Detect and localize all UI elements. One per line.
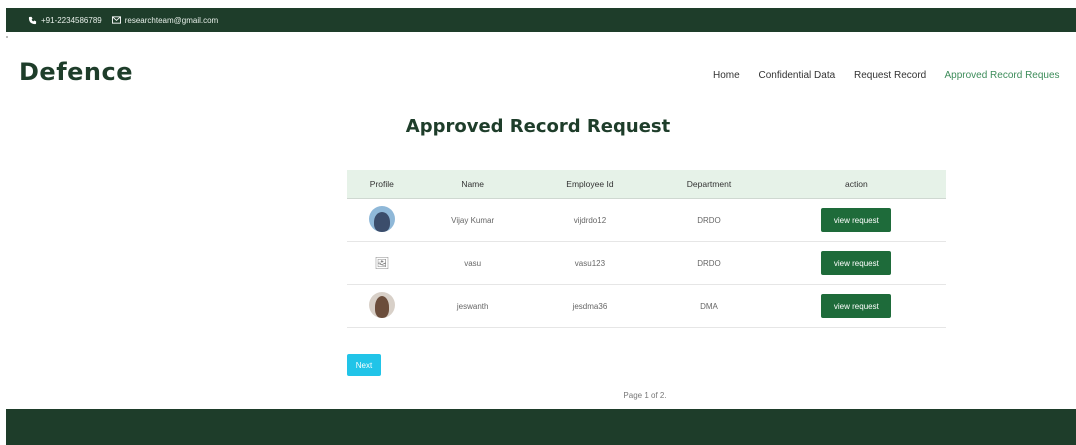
email-contact: researchteam@gmail.com [111,15,219,25]
employee-id-cell: vijdrdo12 [528,198,652,242]
action-cell: view request [766,284,946,328]
view-request-button[interactable]: view request [821,251,892,275]
department-cell: DMA [651,284,767,328]
page-title: Approved Record Request [405,116,671,137]
action-cell: view request [766,198,946,242]
name-cell: vasu [416,241,529,285]
avatar [368,292,395,318]
column-header-action: action [766,170,946,199]
nav-confidential-data[interactable]: Confidential Data [758,70,835,81]
phone-contact: +91-2234586789 [28,16,102,25]
nav-request-record[interactable]: Request Record [854,70,926,81]
table-row: 🖼 vasu vasu123 DRDO view request [347,241,946,285]
main-nav: Home Confidential Data Request Record Ap… [713,70,1076,81]
column-header-department: Department [651,170,767,199]
top-contact-bar: +91-2234586789 researchteam@gmail.com [6,8,1076,32]
next-page-button[interactable]: Next [347,354,381,376]
brand-logo[interactable]: Defence [19,58,133,86]
decorative-dot [6,36,8,38]
profile-cell: 🖼 [347,241,417,285]
nav-approved-record-request[interactable]: Approved Record Reques [944,70,1059,81]
column-header-employee-id: Employee Id [528,170,652,199]
column-header-name: Name [416,170,529,199]
envelope-icon [111,16,121,24]
view-request-button[interactable]: view request [821,208,892,232]
footer [6,409,1076,445]
department-cell: DRDO [651,241,767,285]
view-request-button[interactable]: view request [821,294,892,318]
table-header-row: Profile Name Employee Id Department acti… [347,170,946,199]
name-cell: jeswanth [416,284,529,328]
page-indicator: Page 1 of 2. [623,391,667,400]
department-cell: DRDO [651,198,767,242]
table-row: jeswanth jesdma36 DMA view request [347,284,946,328]
phone-icon [28,16,37,24]
table-row: Vijay Kumar vijdrdo12 DRDO view request [347,198,946,242]
email-address: researchteam@gmail.com [124,15,219,25]
approved-requests-table: Profile Name Employee Id Department acti… [347,170,946,328]
column-header-profile: Profile [347,170,417,199]
avatar [368,206,395,232]
phone-number: +91-2234586789 [41,15,102,25]
profile-cell [347,198,417,242]
employee-id-cell: jesdma36 [528,284,652,328]
broken-image-icon: 🖼 [374,256,390,270]
nav-home[interactable]: Home [713,70,740,81]
employee-id-cell: vasu123 [528,241,652,285]
action-cell: view request [766,241,946,285]
profile-cell [347,284,417,328]
name-cell: Vijay Kumar [416,198,529,242]
